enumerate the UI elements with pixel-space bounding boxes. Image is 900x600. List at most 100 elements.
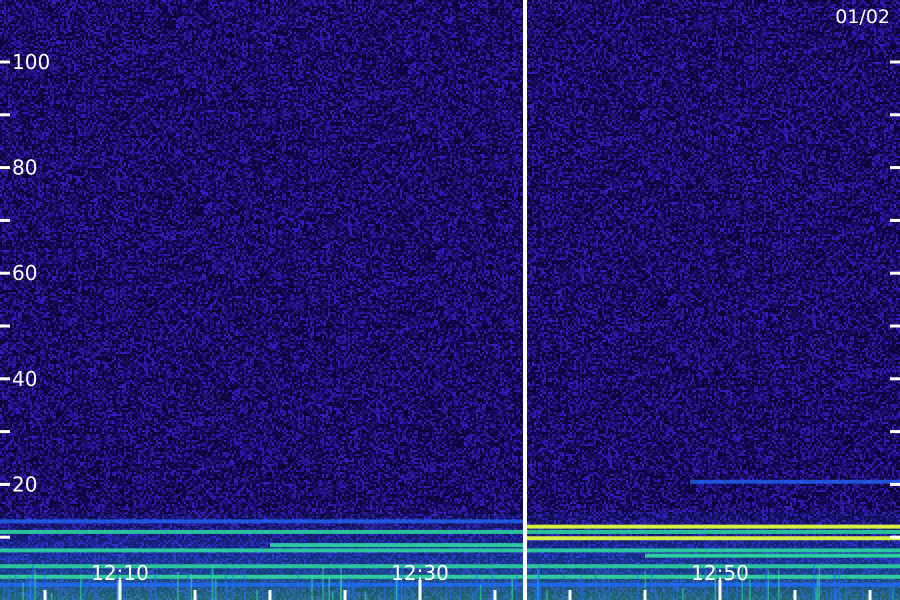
impulse-streak [459,584,461,600]
impulse-streak [22,582,24,600]
y-major-tick-left [0,377,10,381]
impulse-streak [516,575,518,600]
impulse-streak [767,569,769,600]
y-major-tick-left [0,482,10,486]
impulse-streak [491,569,494,600]
impulse-streak [95,587,97,600]
y-major-tick-left [0,271,10,275]
impulse-streak [844,576,847,600]
impulse-streak [347,577,350,600]
y-tick-label: 40 [12,367,37,391]
impulse-streak [749,578,751,600]
x-minor-tick [493,590,497,600]
y-major-tick-right [890,482,900,486]
y-minor-tick-right [890,535,900,539]
band-2 [525,524,900,529]
impulse-streak [262,587,264,600]
impulse-streak [311,574,313,600]
y-minor-tick-left [0,324,10,328]
y-tick-label: 100 [12,50,50,74]
impulse-streak [328,577,330,600]
impulse-streak [190,573,193,600]
x-tick-label: 12:50 [691,561,749,585]
impulse-streak [364,590,367,600]
impulse-streak [117,582,119,600]
y-major-tick-right [890,166,900,170]
impulse-streak [672,580,675,600]
band-0 [690,479,900,484]
impulse-streak [562,569,565,600]
impulse-streak [475,568,478,600]
band-1 [0,519,525,524]
impulse-streak [539,585,541,600]
x-minor-tick [793,590,797,600]
band-5 [270,543,525,548]
impulse-streak [32,564,34,600]
y-minor-tick-right [890,113,900,117]
y-minor-tick-right [890,218,900,222]
impulse-streak [818,564,821,600]
date-label: 01/02 [835,6,890,28]
band-6 [0,548,900,553]
band-7 [645,553,900,558]
impulse-streak [892,588,895,600]
impulse-streak [150,579,152,600]
impulse-streak [7,587,9,600]
impulse-streak [256,589,258,600]
band-3 [0,529,900,534]
impulse-streak [662,586,665,600]
impulse-streak [215,578,217,600]
impulse-streak [224,567,227,600]
y-major-tick-right [890,271,900,275]
y-minor-tick-left [0,113,10,117]
x-minor-tick [868,590,872,600]
impulse-streak [297,572,299,600]
band-4 [525,536,900,541]
impulse-streak [834,570,836,600]
impulse-streak [8,576,11,600]
impulse-streak [154,573,156,600]
impulse-streak [582,580,584,600]
impulse-streak [650,568,653,600]
impulse-streak [232,573,234,600]
impulse-streak [34,569,36,600]
y-major-tick-right [890,377,900,381]
impulse-streak [654,579,657,600]
impulse-streak [14,574,17,600]
impulse-streak [511,576,513,600]
impulse-streak [535,582,537,600]
impulse-streak [825,592,828,600]
impulse-streak [813,565,815,600]
spectrogram-chart: 20 40 60 80 100 12:10 12:30 12:50 01/02 [0,0,900,600]
impulse-streak [608,579,611,600]
impulse-streak [765,567,767,600]
impulse-streak [60,577,63,600]
impulse-streak [835,589,838,600]
impulse-streak [777,570,780,600]
data-gap-divider [523,0,527,600]
x-minor-tick [43,590,47,600]
impulse-streak [830,590,833,600]
y-minor-tick-right [890,430,900,434]
impulse-streak [210,568,213,600]
x-minor-tick [643,590,647,600]
y-major-tick-left [0,166,10,170]
y-minor-tick-left [0,535,10,539]
x-minor-tick [268,590,272,600]
impulse-streak [449,581,452,600]
impulse-streak [84,589,86,600]
y-minor-tick-left [0,218,10,222]
y-major-tick-left [0,60,10,64]
y-minor-tick-left [0,430,10,434]
impulse-streak [25,592,28,600]
y-tick-label: 60 [12,261,37,285]
impulse-streak [226,585,229,600]
impulse-streak [594,567,597,600]
impulse-streak [546,590,548,600]
impulse-streak [676,578,679,600]
impulse-streak [602,580,604,600]
impulse-streak [383,585,386,600]
impulse-streak [816,577,819,600]
impulse-streak [637,572,639,600]
y-tick-label: 80 [12,156,37,180]
